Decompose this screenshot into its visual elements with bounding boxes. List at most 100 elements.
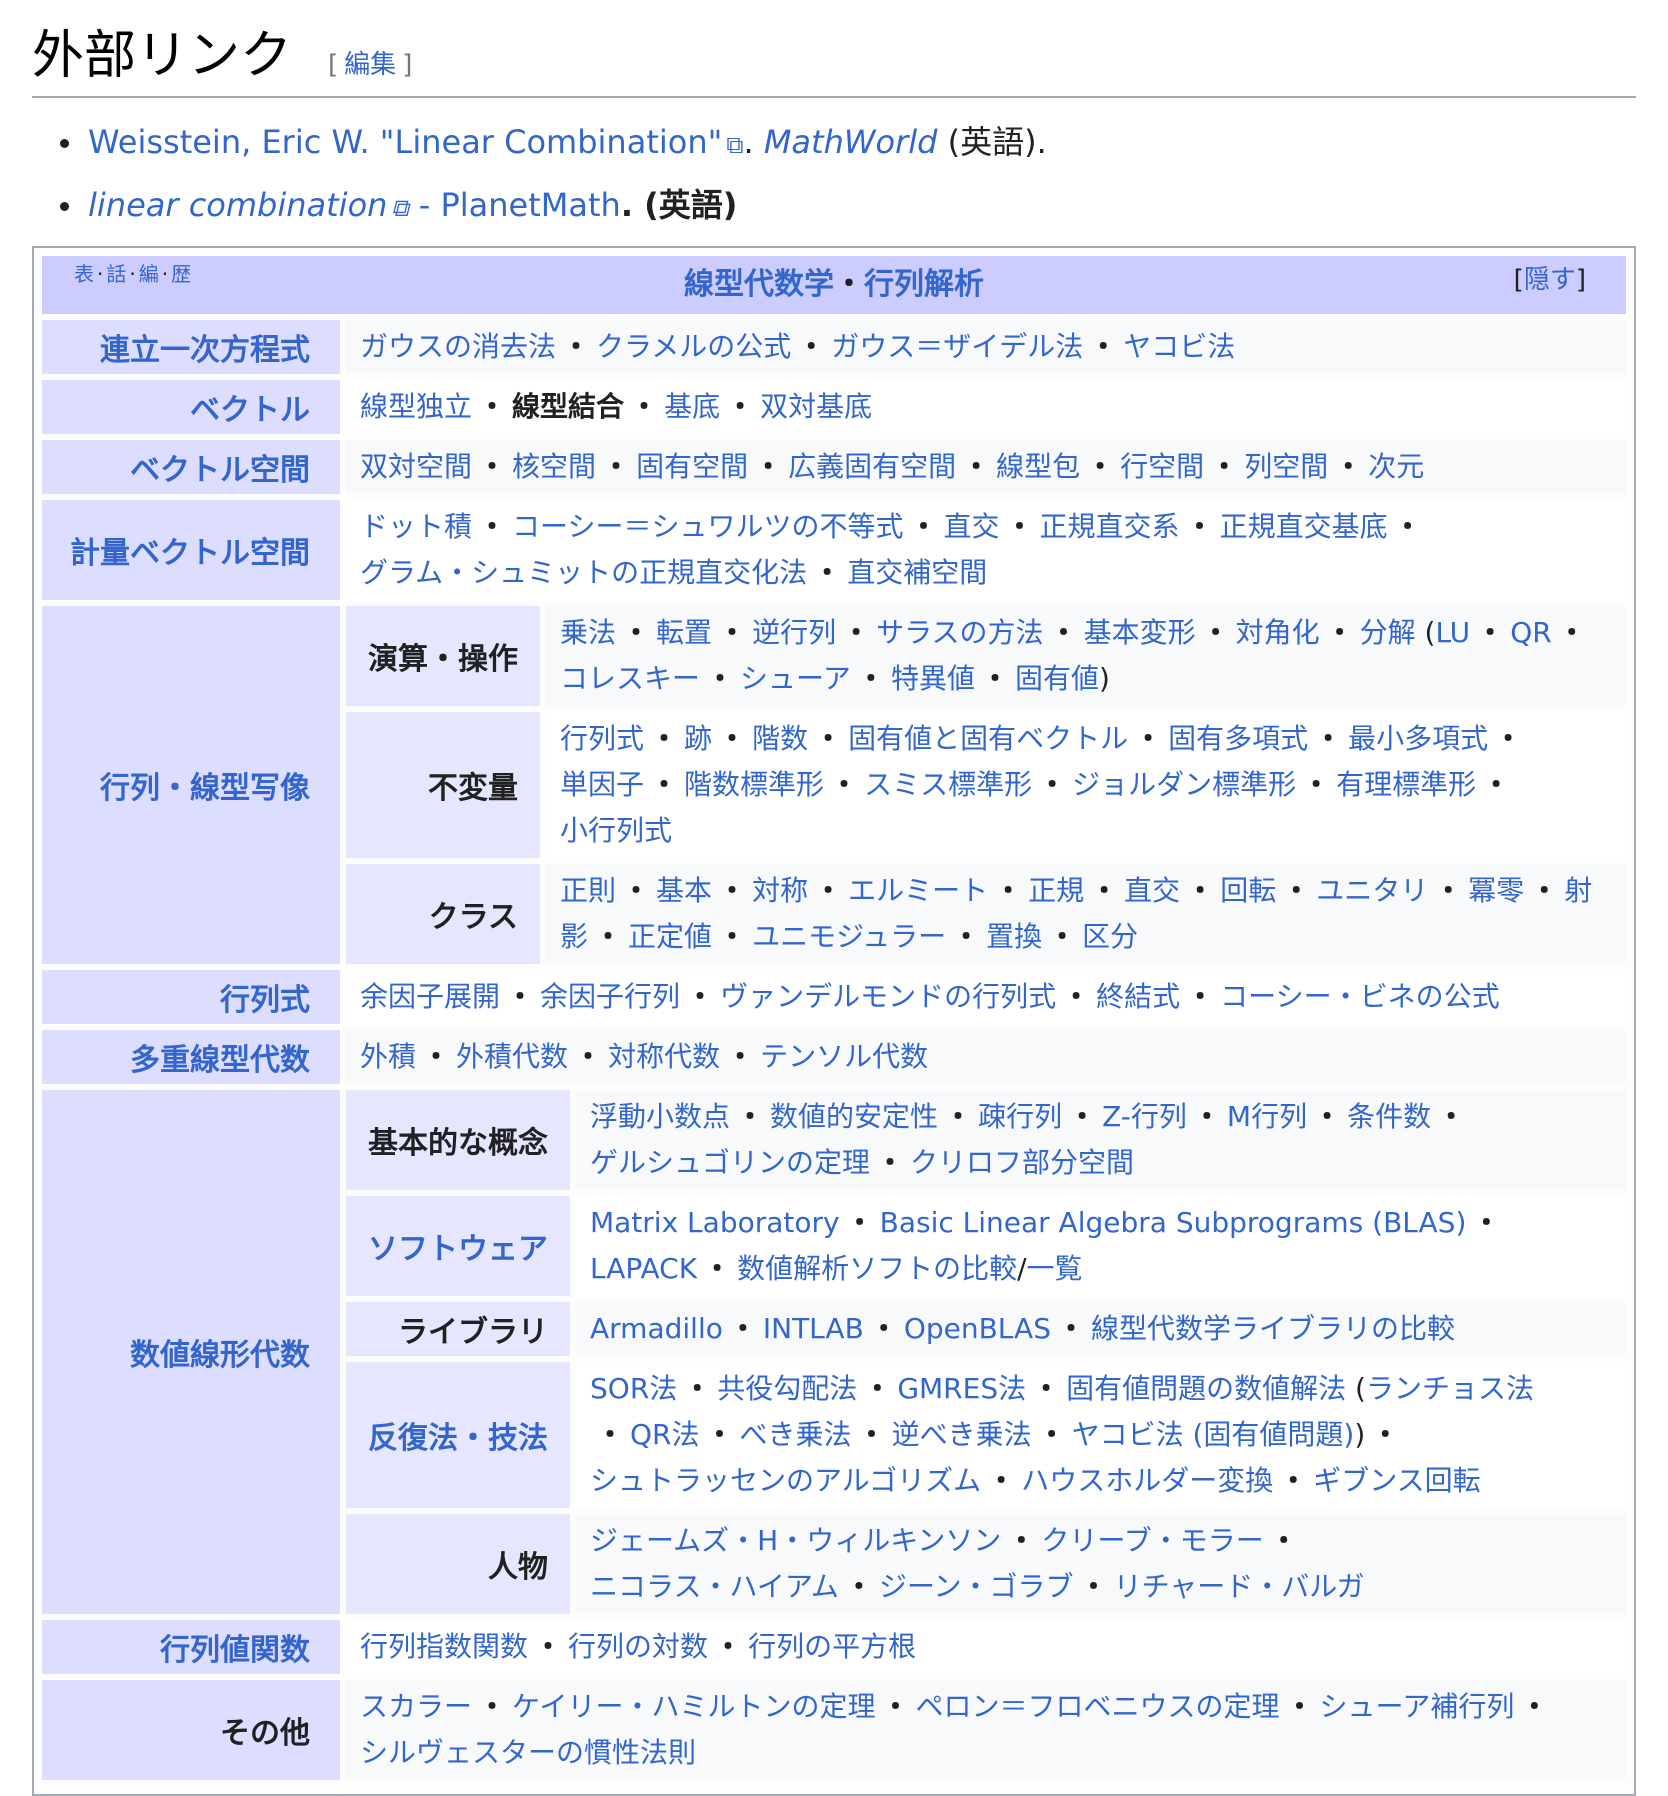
nav-link[interactable]: 乗法 <box>560 616 616 649</box>
nav-link[interactable]: 核空間 <box>512 450 596 483</box>
nav-link[interactable]: シルヴェスターの慣性法則 <box>360 1736 696 1769</box>
nav-link[interactable]: 余因子展開 <box>360 980 500 1013</box>
view-template-link[interactable]: 表 <box>74 262 94 286</box>
nav-link[interactable]: 最小多項式 <box>1348 722 1488 755</box>
nav-link[interactable]: 疎行列 <box>978 1100 1062 1133</box>
nav-link[interactable]: ジェームズ・H・ウィルキンソン <box>590 1524 1001 1557</box>
nav-link[interactable]: 直交 <box>944 510 1000 543</box>
mathworld-site-link[interactable]: MathWorld <box>764 123 938 161</box>
nav-link[interactable]: クリロフ部分空間 <box>910 1146 1134 1179</box>
nav-link[interactable]: 冪零 <box>1468 874 1524 907</box>
nav-link[interactable]: 正規 <box>1028 874 1084 907</box>
nav-link[interactable]: 特異値 <box>891 662 975 695</box>
hide-button[interactable]: 隠す <box>1524 265 1576 295</box>
nav-link[interactable]: 回転 <box>1220 874 1276 907</box>
group-link[interactable]: 数値線形代数 <box>130 1338 310 1373</box>
nav-link[interactable]: 置換 <box>986 920 1042 953</box>
nav-link[interactable]: ユニモジュラー <box>752 920 946 953</box>
nav-link[interactable]: ニコラス・ハイアム <box>590 1570 839 1603</box>
nav-link[interactable]: 固有多項式 <box>1168 722 1308 755</box>
nav-link[interactable]: LU <box>1435 616 1470 649</box>
nav-link[interactable]: ヤコビ法 <box>1123 330 1235 363</box>
nav-link[interactable]: 基本変形 <box>1084 616 1196 649</box>
planetmath-link[interactable]: linear combination ⧉ <box>88 186 409 224</box>
nav-link[interactable]: ヴァンデルモンドの行列式 <box>720 980 1056 1013</box>
nav-link[interactable]: シューア <box>740 662 851 695</box>
nav-link[interactable]: 小行列式 <box>560 814 672 847</box>
group-link[interactable]: ベクトル空間 <box>130 453 310 488</box>
nav-link[interactable]: ジーン・ゴラブ <box>879 1570 1074 1603</box>
nav-link[interactable]: スカラー <box>360 1690 472 1723</box>
nav-link[interactable]: ユニタリ <box>1316 874 1428 907</box>
nav-link[interactable]: 行列式 <box>560 722 644 755</box>
nav-link[interactable]: 跡 <box>684 722 712 755</box>
mathworld-link[interactable]: Weisstein, Eric W. "Linear Combination" ⧉ <box>88 123 743 161</box>
nav-link[interactable]: 階数標準形 <box>684 768 824 801</box>
nav-link[interactable]: ジョルダン標準形 <box>1072 768 1296 801</box>
nav-link[interactable]: ドット積 <box>360 510 472 543</box>
nav-link[interactable]: グラム・シュミットの正規直交化法 <box>360 556 807 589</box>
nav-link[interactable]: 広義固有空間 <box>788 450 956 483</box>
history-template-link[interactable]: 歴 <box>171 262 191 286</box>
talk-template-link[interactable]: 話 <box>106 262 126 286</box>
nav-link[interactable]: 条件数 <box>1347 1100 1431 1133</box>
nav-link[interactable]: シューア補行列 <box>1320 1690 1515 1723</box>
nav-link[interactable]: ペロン＝フロベニウスの定理 <box>916 1690 1280 1723</box>
nav-link[interactable]: サラスの方法 <box>876 616 1043 649</box>
nav-link[interactable]: 直交 <box>1124 874 1180 907</box>
group-link[interactable]: 行列・線型写像 <box>100 771 310 806</box>
nav-link[interactable]: 対称 <box>752 874 808 907</box>
nav-link[interactable]: コレスキー <box>560 662 700 695</box>
nav-link[interactable]: 線型代数学ライブラリの比較 <box>1091 1312 1455 1345</box>
nav-link[interactable]: QR <box>1510 616 1552 649</box>
nav-link[interactable]: 固有値 <box>1015 662 1099 695</box>
group-link[interactable]: ベクトル <box>190 393 310 428</box>
nav-link[interactable]: コーシー・ビネの公式 <box>1220 980 1499 1013</box>
edit-link[interactable]: 編集 <box>344 50 396 80</box>
nav-link[interactable]: ケイリー・ハミルトンの定理 <box>512 1690 875 1723</box>
nav-link[interactable]: ゲルシュゴリンの定理 <box>590 1146 870 1179</box>
nav-link[interactable]: 分解 <box>1360 616 1416 649</box>
nav-link[interactable]: 双対空間 <box>360 450 472 483</box>
nav-link[interactable]: 固有空間 <box>636 450 748 483</box>
nav-link[interactable]: エルミート <box>848 874 988 907</box>
nav-link[interactable]: 直交補空間 <box>847 556 987 589</box>
nav-link[interactable]: 次元 <box>1368 450 1424 483</box>
nav-link[interactable]: 外積代数 <box>456 1040 568 1073</box>
nav-link[interactable]: テンソル代数 <box>760 1040 928 1073</box>
nav-link[interactable]: M行列 <box>1227 1100 1307 1133</box>
nav-link[interactable]: クラメルの公式 <box>596 330 791 363</box>
nav-link[interactable]: 正則 <box>560 874 616 907</box>
nav-link[interactable]: リチャード・バルガ <box>1114 1570 1365 1603</box>
nav-link[interactable]: 浮動小数点 <box>590 1100 730 1133</box>
nav-link[interactable]: 正規直交系 <box>1040 510 1180 543</box>
nav-link[interactable]: 列空間 <box>1244 450 1328 483</box>
nav-link[interactable]: 数値的安定性 <box>770 1100 938 1133</box>
group-link[interactable]: 連立一次方程式 <box>100 333 310 368</box>
nav-link[interactable]: スミス標準形 <box>864 768 1032 801</box>
nav-link[interactable]: ガウス＝ザイデル法 <box>831 330 1083 363</box>
nav-link[interactable]: 行列の平方根 <box>748 1630 916 1663</box>
nav-link[interactable]: クリーブ・モラー <box>1041 1524 1263 1557</box>
group-link[interactable]: 行列値関数 <box>160 1633 310 1668</box>
nav-link[interactable]: 区分 <box>1082 920 1138 953</box>
nav-link[interactable]: 単因子 <box>560 768 644 801</box>
nav-link[interactable]: 行空間 <box>1120 450 1204 483</box>
nav-link[interactable]: 線型包 <box>996 450 1080 483</box>
group-link[interactable]: 多重線型代数 <box>130 1043 310 1078</box>
nav-link[interactable]: 対称代数 <box>608 1040 720 1073</box>
nav-link[interactable]: 行列の対数 <box>568 1630 708 1663</box>
nav-link[interactable]: 行列指数関数 <box>360 1630 528 1663</box>
nav-link[interactable]: 固有値と固有ベクトル <box>848 722 1128 755</box>
nav-link[interactable]: 外積 <box>360 1040 416 1073</box>
nav-link[interactable]: 余因子行列 <box>540 980 680 1013</box>
nav-link[interactable]: Z-行列 <box>1102 1100 1187 1133</box>
nav-link[interactable]: OpenBLAS <box>904 1312 1051 1345</box>
nav-link[interactable]: 正規直交基底 <box>1220 510 1388 543</box>
nav-link[interactable]: 正定値 <box>628 920 712 953</box>
edit-template-link[interactable]: 編 <box>139 262 159 286</box>
planetmath-site-link[interactable]: - PlanetMath <box>409 186 621 224</box>
group-link[interactable]: 行列式 <box>220 983 310 1018</box>
nav-link[interactable]: INTLAB <box>763 1312 864 1345</box>
nav-link[interactable]: 終結式 <box>1096 980 1180 1013</box>
